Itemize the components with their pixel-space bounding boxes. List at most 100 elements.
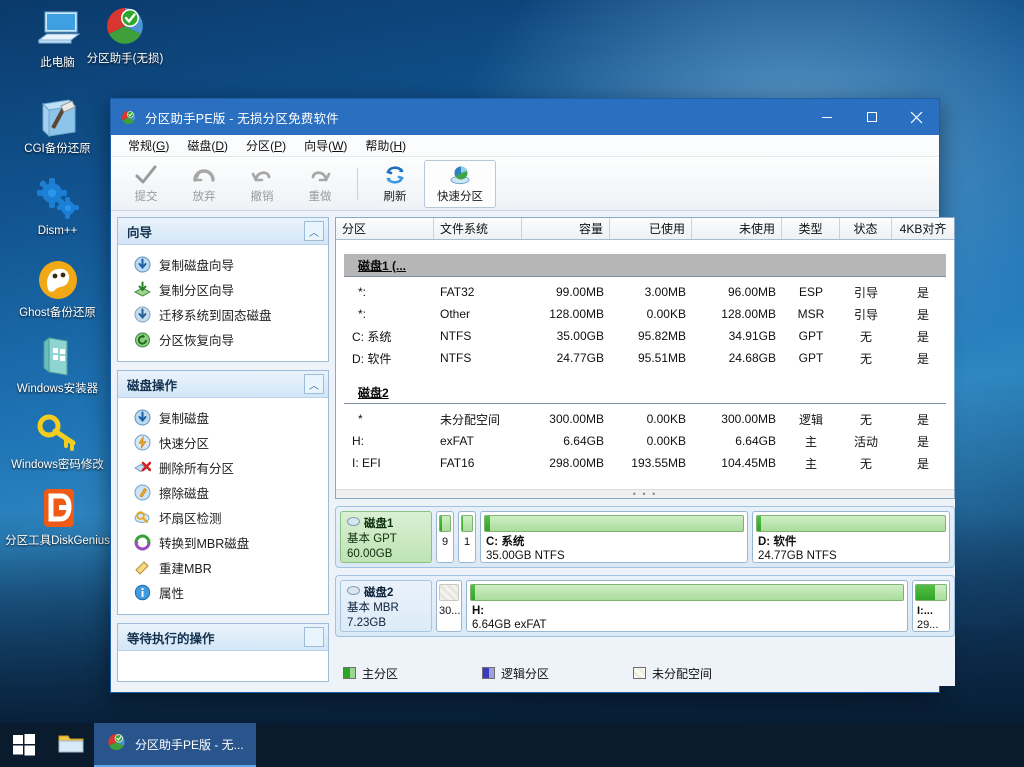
minimize-button[interactable]	[804, 99, 849, 135]
toolbar-refresh-button[interactable]: 刷新	[366, 160, 424, 208]
partition-name: D: 软件	[758, 535, 944, 549]
close-button[interactable]	[894, 99, 939, 135]
window-body: 向导 ︿ 复制磁盘向导 复制分区向导	[111, 211, 939, 692]
sidebar-item-convert-to-mbr[interactable]: 转换到MBR磁盘	[122, 530, 324, 555]
chevron-up-icon[interactable]	[304, 627, 324, 647]
sidebar-group-header[interactable]: 向导 ︿	[118, 218, 328, 245]
toolbar-discard-button[interactable]: 放弃	[175, 160, 233, 208]
sidebar-item-delete-all-partitions[interactable]: 删除所有分区	[122, 455, 324, 480]
taskbar-item-partition-assistant[interactable]: 分区助手PE版 - 无...	[94, 723, 256, 767]
sidebar-group-header[interactable]: 等待执行的操作	[118, 624, 328, 651]
menu-wizard[interactable]: 向导(W)	[295, 135, 356, 156]
sidebar-item-label: 复制磁盘	[159, 408, 209, 427]
disk-map-1[interactable]: 磁盘1 基本 GPT 60.00GB 9 1	[335, 506, 955, 568]
cell-capacity: 300.00MB	[522, 412, 610, 426]
disk-map-2[interactable]: 磁盘2 基本 MBR 7.23GB 30... H:	[335, 575, 955, 637]
desktop-icon-diskgenius[interactable]: 分区工具DiskGenius	[0, 484, 115, 548]
disk-map-size: 60.00GB	[347, 547, 425, 562]
sidebar-item-copy-partition-wizard[interactable]: 复制分区向导	[122, 277, 324, 302]
cell-align: 是	[892, 455, 954, 472]
horizontal-scrollbar[interactable]: • • •	[336, 489, 954, 498]
start-button[interactable]	[0, 723, 48, 767]
desktop-icon-dism[interactable]: Dism++	[0, 174, 115, 238]
column-header-unused[interactable]: 未使用	[692, 218, 782, 239]
disk-map-partition[interactable]: H: 6.64GB exFAT	[466, 580, 908, 632]
disk-map-partition[interactable]: D: 软件 24.77GB NTFS	[752, 511, 950, 563]
cell-status: 引导	[840, 306, 892, 323]
toolbar-quick-partition-button[interactable]: 快速分区	[424, 160, 496, 208]
table-row[interactable]: I: EFI FAT16 298.00MB 193.55MB 104.45MB …	[336, 452, 954, 474]
desktop-icon-label: CGI备份还原	[0, 143, 115, 156]
menu-partition[interactable]: 分区(P)	[237, 135, 295, 156]
table-row[interactable]: H: exFAT 6.64GB 0.00KB 6.64GB 主 活动 是	[336, 430, 954, 452]
cell-filesystem: FAT16	[434, 456, 522, 470]
table-row[interactable]: D: 软件 NTFS 24.77GB 95.51MB 24.68GB GPT 无…	[336, 347, 954, 369]
desktop-icon-cgi-backup[interactable]: CGI备份还原	[0, 92, 115, 156]
sidebar-item-label: 复制分区向导	[159, 280, 234, 299]
chevron-up-icon[interactable]: ︿	[304, 374, 324, 394]
sidebar-item-quick-partition[interactable]: 快速分区	[122, 430, 324, 455]
sidebar-item-wipe-disk[interactable]: 擦除磁盘	[122, 480, 324, 505]
desktop-icon-label: 分区工具DiskGenius	[0, 535, 115, 548]
table-row[interactable]: * 未分配空间 300.00MB 0.00KB 300.00MB 逻辑 无 是	[336, 408, 954, 430]
pending-operations-list[interactable]	[118, 651, 328, 681]
cell-status: 无	[840, 455, 892, 472]
taskbar-file-explorer[interactable]	[48, 723, 94, 767]
sidebar-group-header[interactable]: 磁盘操作 ︿	[118, 371, 328, 398]
disk-map-partition[interactable]: I:... 29...	[912, 580, 950, 632]
menu-help[interactable]: 帮助(H)	[356, 135, 415, 156]
scrollbar-grip: • • •	[633, 491, 657, 497]
desktop-icon-ghost-backup[interactable]: Ghost备份还原	[0, 256, 115, 320]
disk-map-partition[interactable]: 1	[458, 511, 476, 563]
sidebar-item-label: 分区恢复向导	[159, 330, 234, 349]
sidebar-item-label: 擦除磁盘	[159, 483, 209, 502]
maximize-button[interactable]	[849, 99, 894, 135]
column-header-status[interactable]: 状态	[840, 218, 892, 239]
toolbar-commit-button[interactable]: 提交	[117, 160, 175, 208]
window-titlebar[interactable]: 分区助手PE版 - 无损分区免费软件	[111, 99, 939, 135]
sidebar-item-label: 坏扇区检测	[159, 508, 222, 527]
cell-status: 无	[840, 411, 892, 428]
table-row[interactable]: *: Other 128.00MB 0.00KB 128.00MB MSR 引导…	[336, 303, 954, 325]
sidebar-item-bad-sector-check[interactable]: 坏扇区检测	[122, 505, 324, 530]
sidebar-item-properties[interactable]: 属性	[122, 580, 324, 605]
column-header-filesystem[interactable]: 文件系统	[434, 218, 522, 239]
disk-group-header-1[interactable]: 磁盘1 (...	[344, 254, 946, 276]
discard-icon	[192, 163, 216, 187]
column-header-4kb-align[interactable]: 4KB对齐	[892, 218, 954, 239]
desktop-icon-windows-password[interactable]: Windows密码修改	[0, 408, 115, 472]
column-header-type[interactable]: 类型	[782, 218, 840, 239]
legend-label: 逻辑分区	[501, 665, 549, 682]
disk-map-partition[interactable]: 9	[436, 511, 454, 563]
table-row[interactable]: C: 系统 NTFS 35.00GB 95.82MB 34.91GB GPT 无…	[336, 325, 954, 347]
desktop-icon-windows-installer[interactable]: Windows安装器	[0, 332, 115, 396]
delete-all-partitions-icon	[134, 459, 151, 476]
desktop-icon-partition-assistant[interactable]: 分区助手(无损)	[70, 2, 180, 66]
column-header-capacity[interactable]: 容量	[522, 218, 610, 239]
toolbar-redo-button[interactable]: 重做	[291, 160, 349, 208]
sidebar-item-rebuild-mbr[interactable]: 重建MBR	[122, 555, 324, 580]
menu-disk[interactable]: 磁盘(D)	[178, 135, 237, 156]
chevron-up-icon[interactable]: ︿	[304, 221, 324, 241]
sidebar-item-copy-disk[interactable]: 复制磁盘	[122, 405, 324, 430]
legend: 主分区 逻辑分区 未分配空间	[335, 660, 955, 686]
column-header-partition[interactable]: 分区	[336, 218, 434, 239]
disk-map-partition[interactable]: C: 系统 35.00GB NTFS	[480, 511, 748, 563]
sidebar-item-recover-partition-wizard[interactable]: 分区恢复向导	[122, 327, 324, 352]
disk-map-info: 磁盘2 基本 MBR 7.23GB	[340, 580, 432, 632]
cell-align: 是	[892, 411, 954, 428]
disk-group-header-2[interactable]: 磁盘2	[344, 381, 946, 403]
sidebar-item-copy-disk-wizard[interactable]: 复制磁盘向导	[122, 252, 324, 277]
sidebar-group-body: 复制磁盘 快速分区 删除所有分区	[118, 398, 328, 614]
partition-name: H:	[472, 604, 902, 618]
disk-map-partition[interactable]: 30...	[436, 580, 462, 632]
toolbar-undo-button[interactable]: 撤销	[233, 160, 291, 208]
cell-capacity: 6.64GB	[522, 434, 610, 448]
cgi-backup-icon	[0, 92, 115, 140]
sidebar-item-label: 快速分区	[159, 433, 209, 452]
menu-general[interactable]: 常规(G)	[119, 135, 178, 156]
cell-used: 0.00KB	[610, 434, 692, 448]
sidebar-item-migrate-os[interactable]: 迁移系统到固态磁盘	[122, 302, 324, 327]
table-row[interactable]: *: FAT32 99.00MB 3.00MB 96.00MB ESP 引导 是	[336, 281, 954, 303]
column-header-used[interactable]: 已使用	[610, 218, 692, 239]
